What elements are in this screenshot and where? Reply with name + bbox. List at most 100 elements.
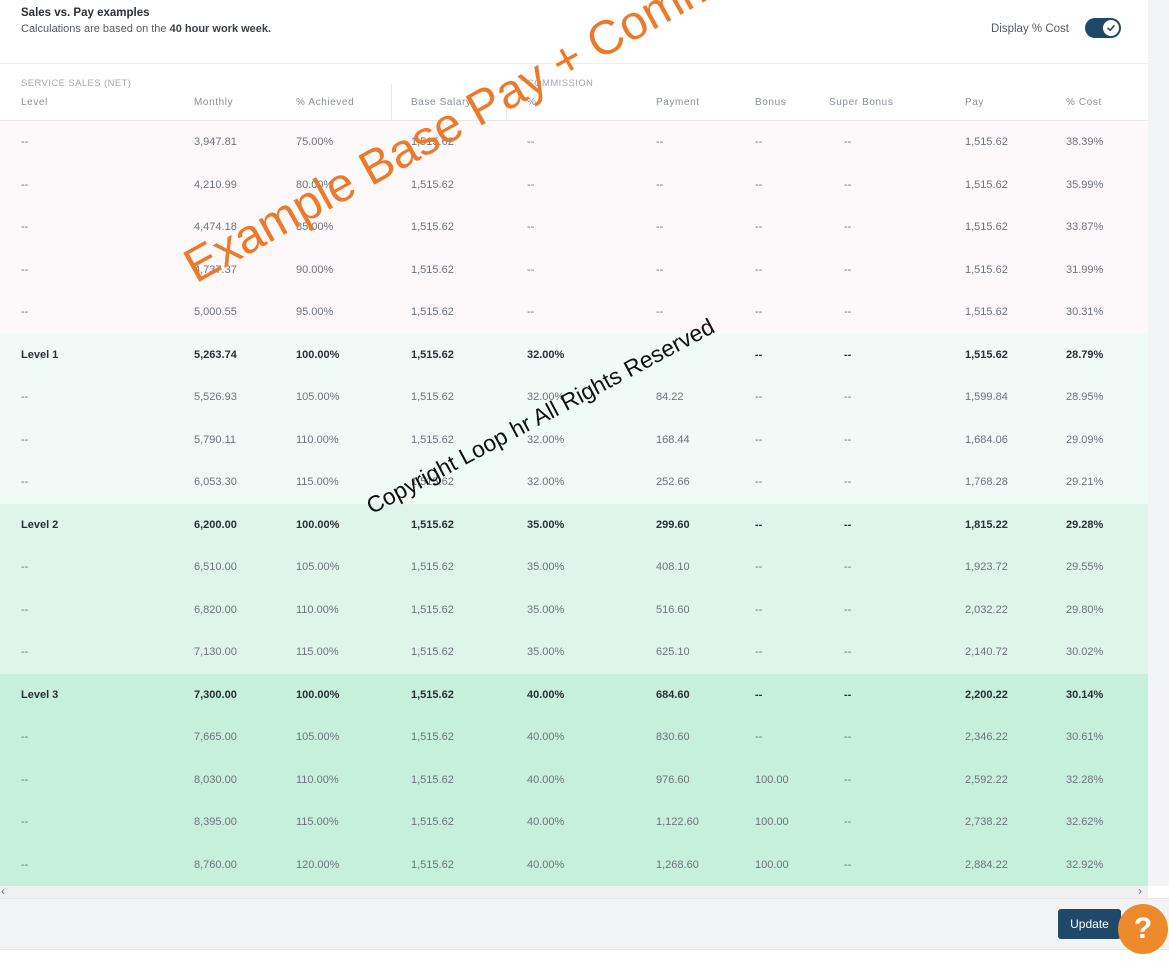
cell-base-salary: 1,515.62 [411,688,454,701]
cell-commission-pct: -- [527,178,535,191]
cell-super-bonus: -- [844,816,852,828]
cell-payment: -- [656,136,664,148]
cell-super-bonus: -- [844,603,852,616]
cell-bonus: -- [755,221,763,233]
cell-bonus: -- [755,263,763,276]
column-header-base-salary[interactable]: Base Salary [411,97,472,108]
cell-level: -- [21,773,29,786]
cell-payment: 1,268.60 [656,858,699,871]
column-header-cost[interactable]: % Cost [1066,97,1102,108]
subtitle-emphasis: 40 hour work week. [169,23,272,35]
cell-super-bonus: -- [844,178,852,191]
cell-pay: 1,515.62 [965,178,1008,191]
cell-super-bonus: -- [844,858,852,871]
cell-commission-pct: 32.00% [527,476,565,488]
column-header-monthly[interactable]: Monthly [194,97,233,108]
cell-cost: 33.87% [1066,221,1104,233]
help-question-icon[interactable]: ? [1118,904,1168,954]
horizontal-scrollbar[interactable] [0,886,1148,898]
cell-level: -- [21,136,29,148]
cell-super-bonus: -- [844,646,852,658]
cell-monthly: 5,526.93 [194,391,237,403]
cell-bonus: -- [755,391,763,403]
cell-pay: 1,599.84 [965,391,1008,403]
cell-level: Level 2 [21,518,59,531]
table-row: Level 2 6,200.00 100.00% 1,515.62 35.00% 299.… [0,503,1148,546]
cell-super-bonus: -- [844,348,852,361]
footer-bar [0,898,1169,950]
cell-bonus: 100.00 [755,816,789,828]
cell-payment: 1,122.60 [656,816,699,828]
table-row: -- 7,130.00 115.00% 1,515.62 35.00% 625.10 -- -… [0,631,1148,674]
cell-super-bonus: -- [844,476,852,488]
cell-super-bonus: -- [844,773,852,786]
cell-achieved: 110.00% [296,773,339,786]
cell-achieved: 85.00% [296,221,334,233]
cell-base-salary: 1,515.62 [411,178,454,191]
scroll-right-icon[interactable]: › [1138,884,1142,898]
cell-pay: 1,815.22 [965,518,1008,531]
cell-monthly: 4,210.99 [194,178,237,191]
column-header-payment[interactable]: Payment [656,97,700,108]
cell-monthly: 6,200.00 [194,518,237,531]
scroll-left-icon[interactable]: ‹ [1,884,5,898]
cell-bonus: 100.00 [755,773,789,786]
cell-achieved: 75.00% [296,136,334,148]
cell-base-salary: 1,515.62 [411,561,454,573]
table-header: SERVICE SALES (NET) COMMISSION Level Mon… [0,64,1148,121]
cell-achieved: 115.00% [296,476,339,488]
cell-monthly: 5,263.74 [194,348,237,361]
cell-cost: 31.99% [1066,263,1104,276]
cell-super-bonus: -- [844,221,852,233]
vertical-scrollbar[interactable] [1148,0,1169,886]
cell-payment: 625.10 [656,646,690,658]
column-divider [506,84,507,120]
cell-commission-pct: 40.00% [527,688,565,701]
column-header-commission-pct[interactable]: % [527,97,537,108]
cell-payment: 299.60 [656,518,690,531]
cell-achieved: 105.00% [296,561,340,573]
cell-cost: 29.21% [1066,476,1104,488]
cell-bonus: -- [755,603,763,616]
update-button[interactable]: Update [1058,909,1121,939]
cell-commission-pct: 35.00% [527,603,565,616]
cell-bonus: 100.00 [755,858,789,871]
column-header-level[interactable]: Level [21,97,48,108]
cell-base-salary: 1,515.62 [411,433,454,446]
cell-base-salary: 1,515.62 [411,731,454,743]
cell-level: Level 3 [21,688,59,701]
page-title: Sales vs. Pay examples [21,7,150,19]
cell-cost: 28.95% [1066,391,1104,403]
page-subtitle: Calculations are based on the 40 hour wo… [21,23,271,35]
cell-achieved: 110.00% [296,603,339,616]
cell-commission-pct: -- [527,263,535,276]
cell-level: -- [21,858,29,871]
cell-payment: 84.22 [656,391,684,403]
display-cost-toggle[interactable] [1085,18,1121,38]
cell-cost: 35.99% [1066,178,1104,191]
cell-bonus: -- [755,731,763,743]
cell-level: -- [21,263,29,276]
table-row: -- 5,790.11 110.00% 1,515.62 32.00% 168.44 -- -… [0,418,1148,461]
cell-achieved: 100.00% [296,348,340,361]
cell-super-bonus: -- [844,731,852,743]
column-header-super-bonus[interactable]: Super Bonus [829,97,893,108]
cell-super-bonus: -- [844,306,852,318]
column-header-achieved[interactable]: % Achieved [296,97,354,108]
cell-monthly: 3,947.81 [194,136,237,148]
column-header-pay[interactable]: Pay [965,97,984,108]
cell-payment: -- [656,221,664,233]
cell-monthly: 7,665.00 [194,731,237,743]
cell-cost: 29.80% [1066,603,1104,616]
cell-base-salary: 1,515.62 [411,858,454,871]
cell-achieved: 120.00% [296,858,340,871]
cell-level: -- [21,816,29,828]
column-header-bonus[interactable]: Bonus [755,97,786,108]
cell-pay: 2,200.22 [965,688,1008,701]
cell-super-bonus: -- [844,518,852,531]
cell-payment: 830.60 [656,731,690,743]
cell-pay: 1,515.62 [965,348,1008,361]
cell-achieved: 115.00% [296,646,339,658]
table-row: -- 5,000.55 95.00% 1,515.62 -- -- -- -- 1,515.62… [0,291,1148,334]
cell-level: -- [21,561,29,573]
